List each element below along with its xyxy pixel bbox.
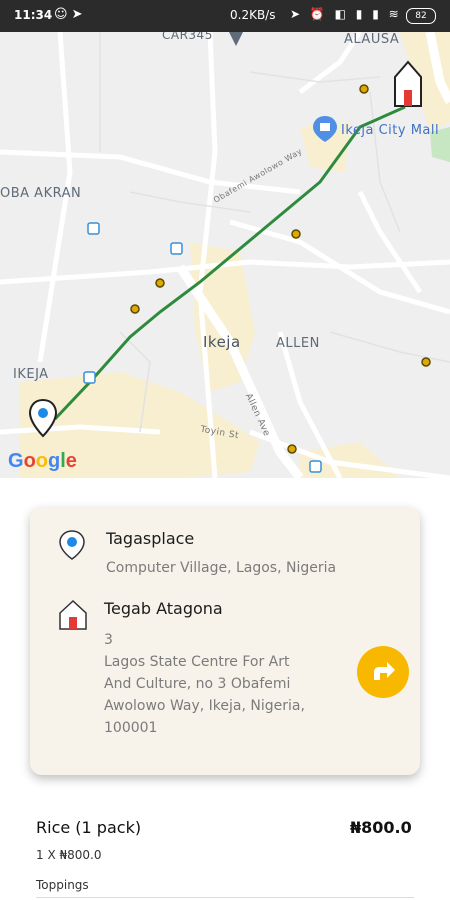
- delivery-address-card: Tagasplace Computer Village, Lagos, Nige…: [30, 507, 420, 775]
- map-label-allen: ALLEN: [276, 336, 320, 351]
- map-label-ikeja-center: Ikeja: [203, 333, 241, 351]
- map-label-oba-akran: OBA AKRAN: [0, 186, 82, 201]
- destination-address-line: 100001: [104, 720, 158, 736]
- map-label-alausa: ALAUSA: [344, 32, 400, 47]
- order-item-name: Rice (1 pack): [36, 818, 141, 837]
- destination-address-line: 3: [104, 632, 113, 648]
- item-price: ₦800.0: [350, 818, 412, 837]
- item-quantity: 1 X ₦800.0: [36, 848, 102, 862]
- origin-location-icon: [59, 530, 85, 560]
- directions-arrow-icon: [374, 662, 395, 680]
- status-bar: 11:34 ☺ ➤ 0.2KB/s ➤ ⏰ ◧ ▮ ▮ ≋ 82: [0, 0, 450, 32]
- map-label-top: CAR345: [162, 32, 213, 42]
- status-time: 11:34: [14, 8, 53, 22]
- nav-arrow-icon: [229, 32, 243, 46]
- destination-name: Tegab Atagona: [104, 599, 223, 618]
- map-canvas: [0, 32, 450, 478]
- destination-address-line: Lagos State Centre For Art: [104, 654, 290, 670]
- origin-name: Tagasplace: [106, 529, 195, 548]
- destination-address-line: And Culture, no 3 Obafemi: [104, 676, 291, 692]
- item-unit: (1 pack): [75, 818, 142, 837]
- origin-address: Computer Village, Lagos, Nigeria: [106, 560, 337, 576]
- map-label-mall: Ikeja City Mall: [341, 123, 440, 138]
- directions-button[interactable]: [357, 646, 409, 698]
- toppings-label: Toppings: [36, 878, 89, 892]
- notification-icons: ☺ ➤: [54, 7, 83, 22]
- map-areas: [20, 32, 450, 478]
- battery-level: 82: [415, 11, 427, 21]
- google-logo: Google: [8, 450, 77, 472]
- destination-address-line: Awolowo Way, Ikeja, Nigeria,: [104, 698, 305, 714]
- route-map[interactable]: CAR345 ALAUSA OBA AKRAN Ikeja City Mall …: [0, 32, 450, 478]
- battery-icon: 82: [406, 8, 436, 24]
- network-speed: 0.2KB/s: [230, 8, 276, 22]
- map-label-ikeja-left: IKEJA: [13, 367, 49, 382]
- destination-home-icon-card: [59, 599, 87, 630]
- system-icons: ➤ ⏰ ◧ ▮ ▮ ≋: [290, 7, 402, 21]
- item-name: Rice: [36, 818, 71, 837]
- destination-address: 3 Lagos State Centre For Art And Culture…: [104, 629, 354, 739]
- divider: [36, 897, 414, 898]
